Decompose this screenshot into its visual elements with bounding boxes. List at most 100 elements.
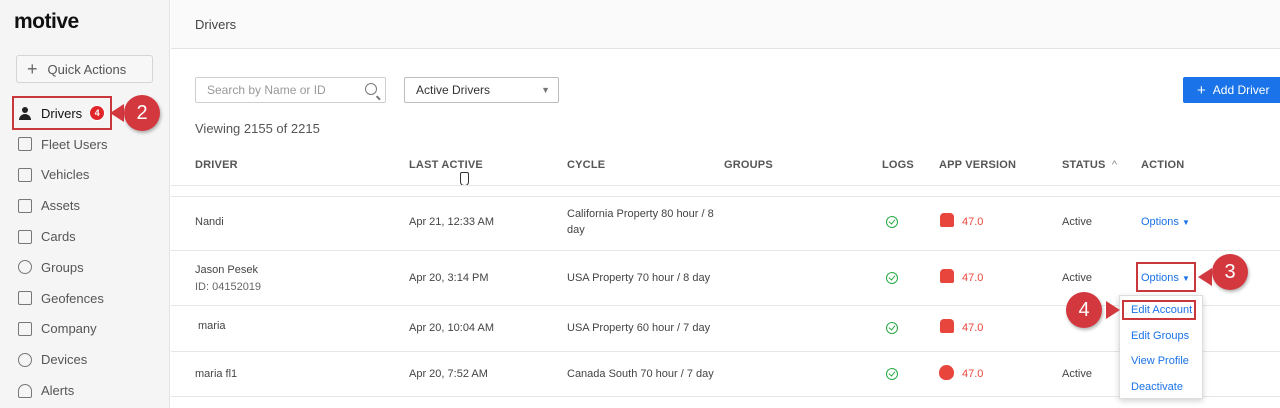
last-active: Apr 21, 12:33 AM xyxy=(409,216,494,228)
cycle-continued: day xyxy=(567,224,585,236)
add-driver-label: Add Driver xyxy=(1212,83,1270,97)
sidebar-item-alerts[interactable]: Alerts xyxy=(0,375,170,406)
sidebar-item-geofences[interactable]: Geofences xyxy=(0,283,170,314)
status: Active xyxy=(1062,368,1092,380)
row-divider xyxy=(171,196,1280,197)
app-version: 47.0 xyxy=(962,216,984,228)
sidebar-item-label: Company xyxy=(41,321,97,337)
sidebar-item-label: Assets xyxy=(41,198,81,214)
last-active: Apr 20, 7:52 AM xyxy=(409,368,488,380)
step-callout-2: 2 xyxy=(124,95,160,131)
drivers-highlight-box xyxy=(12,96,112,130)
column-header-status[interactable]: STATUS ^ xyxy=(1062,159,1117,171)
edit-account-highlight-box xyxy=(1122,300,1196,320)
column-header-logs[interactable]: LOGS xyxy=(882,159,914,171)
driver-name[interactable]: Nandi xyxy=(195,214,224,230)
options-dropdown[interactable]: Options ▼ xyxy=(1141,216,1190,228)
sidebar-item-vehicles[interactable]: Vehicles xyxy=(0,160,170,191)
menu-item-view-profile[interactable]: View Profile xyxy=(1131,355,1189,367)
driver-status-select[interactable]: Active Drivers ▼ xyxy=(404,77,559,103)
sidebar-item-label: Devices xyxy=(41,352,88,368)
groups-icon xyxy=(18,260,32,275)
sidebar-item-label: Vehicles xyxy=(41,167,90,183)
step-callout-4: 4 xyxy=(1066,292,1102,328)
column-header-app-version[interactable]: APP VERSION xyxy=(939,159,1016,171)
card-icon xyxy=(18,229,32,244)
logs-ok-icon xyxy=(886,322,898,334)
status: Active xyxy=(1062,216,1092,228)
quick-actions-label: Quick Actions xyxy=(47,61,127,77)
app-version: 47.0 xyxy=(962,272,984,284)
column-header-action: ACTION xyxy=(1141,159,1185,171)
last-active: Apr 20, 3:14 PM xyxy=(409,272,489,284)
android-icon xyxy=(940,269,954,283)
sidebar-item-label: Alerts xyxy=(41,383,75,399)
driver-id: ID: 04152019 xyxy=(195,281,262,293)
mouse-pointer-icon xyxy=(460,172,469,186)
logs-ok-icon xyxy=(886,368,898,380)
callout-pointer xyxy=(1198,268,1212,286)
search-placeholder: Search by Name or ID xyxy=(207,83,326,97)
app-version: 47.0 xyxy=(962,368,984,380)
status: Active xyxy=(1062,272,1092,284)
android-icon xyxy=(940,213,954,227)
geofence-icon xyxy=(18,291,32,306)
sidebar-item-company[interactable]: Company xyxy=(0,314,170,345)
truck-icon xyxy=(18,167,32,182)
motive-logo: motive xyxy=(14,10,79,33)
sort-asc-icon: ^ xyxy=(1111,159,1118,171)
driver-status-value: Active Drivers xyxy=(416,83,491,97)
page-title: Drivers xyxy=(195,17,237,32)
trailer-icon xyxy=(18,198,32,213)
sidebar-nav: Drivers 4 Fleet Users Vehicles Assets Ca… xyxy=(0,98,170,406)
cycle: USA Property 60 hour / 7 day xyxy=(567,322,711,334)
callout-pointer xyxy=(1106,301,1120,319)
add-driver-button[interactable]: + Add Driver xyxy=(1183,77,1280,103)
driver-name[interactable]: maria xyxy=(198,318,226,334)
sidebar-item-label: Geofences xyxy=(41,290,104,306)
search-icon[interactable] xyxy=(365,83,377,95)
viewing-count: Viewing 2155 of 2215 xyxy=(195,121,320,136)
logs-ok-icon xyxy=(886,216,898,228)
row-divider xyxy=(171,351,1280,352)
cycle: California Property 80 hour / 8 xyxy=(567,208,714,220)
device-icon xyxy=(18,352,32,367)
logs-ok-icon xyxy=(886,272,898,284)
sidebar-item-label: Groups xyxy=(41,259,84,275)
chevron-down-icon: ▼ xyxy=(541,85,550,95)
sidebar-item-fleet-users[interactable]: Fleet Users xyxy=(0,129,170,160)
app-version: 47.0 xyxy=(962,322,984,334)
search-input[interactable]: Search by Name or ID xyxy=(195,77,386,103)
plus-icon: + xyxy=(27,59,38,79)
callout-pointer xyxy=(110,104,124,122)
android-icon xyxy=(940,319,954,333)
sidebar-item-cards[interactable]: Cards xyxy=(0,221,170,252)
caret-down-icon: ▼ xyxy=(1181,218,1190,227)
column-header-cycle[interactable]: CYCLE xyxy=(567,159,605,171)
driver-name[interactable]: Jason Pesek xyxy=(195,262,258,278)
row-divider xyxy=(171,250,1280,251)
step-callout-3: 3 xyxy=(1212,254,1248,290)
building-icon xyxy=(18,321,32,336)
sidebar: motive + Quick Actions Drivers 4 Fleet U… xyxy=(0,0,170,408)
sidebar-item-label: Fleet Users xyxy=(41,136,108,152)
quick-actions-button[interactable]: + Quick Actions xyxy=(16,55,153,83)
cycle: Canada South 70 hour / 7 day xyxy=(567,368,714,380)
menu-item-deactivate[interactable]: Deactivate xyxy=(1131,381,1183,393)
column-header-driver[interactable]: DRIVER xyxy=(195,159,238,171)
sidebar-item-assets[interactable]: Assets xyxy=(0,190,170,221)
last-active: Apr 20, 10:04 AM xyxy=(409,322,494,334)
sidebar-item-groups[interactable]: Groups xyxy=(0,252,170,283)
plus-icon: + xyxy=(1197,81,1206,99)
row-divider xyxy=(171,396,1280,397)
options-highlight-box xyxy=(1136,262,1196,292)
sidebar-item-label: Cards xyxy=(41,229,76,245)
column-header-last-active[interactable]: LAST ACTIVE xyxy=(409,159,483,171)
apple-icon xyxy=(939,365,954,380)
column-header-groups[interactable]: GROUPS xyxy=(724,159,773,171)
monitor-icon xyxy=(18,137,32,152)
driver-name[interactable]: maria fl1 xyxy=(195,366,237,382)
menu-item-edit-groups[interactable]: Edit Groups xyxy=(1131,330,1189,342)
sidebar-item-devices[interactable]: Devices xyxy=(0,344,170,375)
options-label: Options xyxy=(1141,216,1179,228)
